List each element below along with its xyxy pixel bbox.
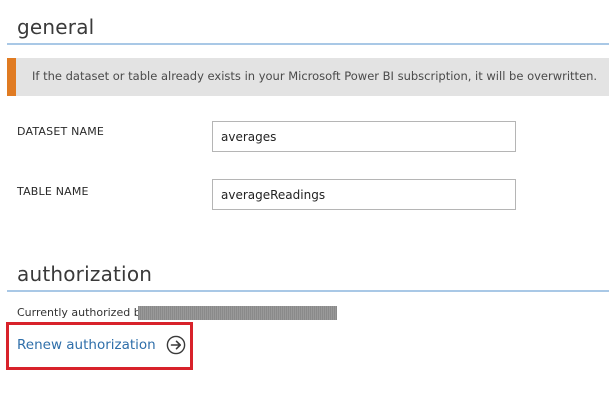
renew-authorization-label: Renew authorization — [17, 337, 156, 353]
power-bi-output-settings: general If the dataset or table already … — [0, 0, 609, 406]
currently-authorized-label: Currently authorized by — [17, 306, 148, 319]
authorization-section-title: authorization — [17, 262, 153, 286]
overwrite-warning-banner: If the dataset or table already exists i… — [7, 58, 609, 96]
dataset-name-label: DATASET NAME — [17, 125, 105, 138]
table-name-label: TABLE NAME — [17, 185, 89, 198]
table-name-input[interactable] — [212, 179, 516, 210]
redacted-account-name — [138, 306, 337, 320]
renew-authorization-link[interactable]: Renew authorization — [17, 335, 186, 355]
arrow-right-circle-icon — [166, 335, 186, 355]
warning-text: If the dataset or table already exists i… — [32, 69, 598, 83]
warning-accent-bar — [7, 58, 16, 96]
general-section-title: general — [17, 15, 95, 39]
general-section-divider — [7, 43, 609, 45]
dataset-name-input[interactable] — [212, 121, 516, 152]
authorization-section-divider — [7, 290, 609, 292]
